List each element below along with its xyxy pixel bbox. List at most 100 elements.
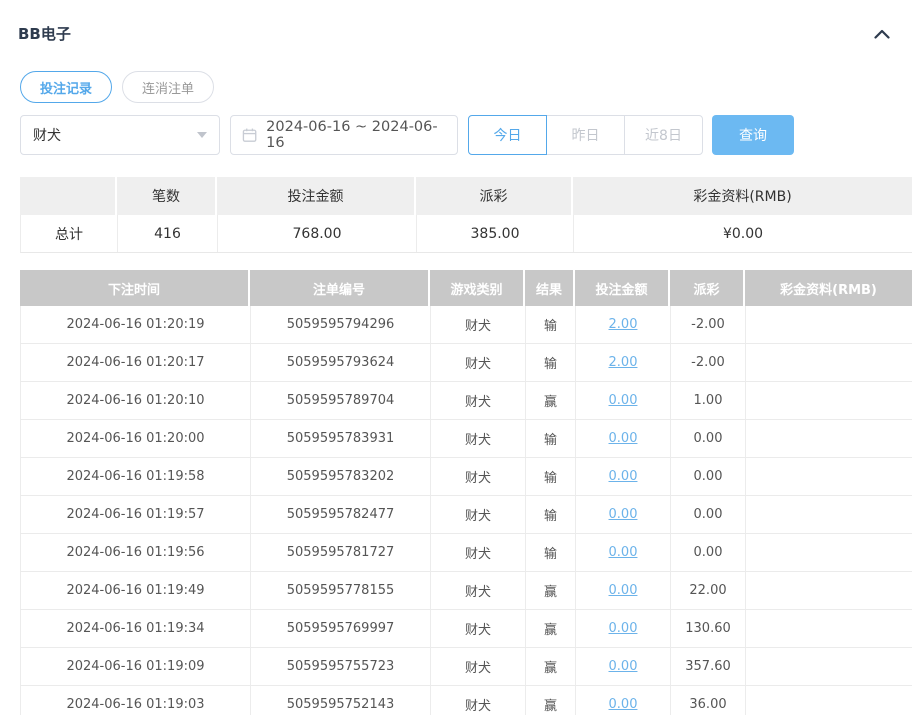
- bet-amount-link[interactable]: 0.00: [609, 697, 638, 712]
- cell-game: 财犬: [431, 572, 526, 609]
- table-row: 2024-06-16 01:19:035059595752143财犬赢0.003…: [20, 686, 912, 715]
- records-table-body: 2024-06-16 01:20:195059595794296财犬输2.00-…: [20, 306, 912, 715]
- cell-result: 赢: [526, 648, 576, 685]
- cell-bet-amount: 0.00: [576, 534, 671, 571]
- cell-payout: 0.00: [671, 420, 746, 457]
- cell-time: 2024-06-16 01:19:58: [21, 458, 251, 495]
- bet-amount-link[interactable]: 2.00: [609, 355, 638, 370]
- bet-amount-link[interactable]: 0.00: [609, 583, 638, 598]
- cell-bonus: [746, 382, 912, 419]
- cell-result: 输: [526, 458, 576, 495]
- cell-payout: 0.00: [671, 534, 746, 571]
- bet-amount-link[interactable]: 0.00: [609, 621, 638, 636]
- summary-total-cell: ¥0.00: [574, 215, 912, 252]
- cell-game: 财犬: [431, 496, 526, 533]
- records-table: 下注时间注单编号游戏类别结果投注金额派彩彩金资料(RMB) 2024-06-16…: [20, 270, 912, 715]
- records-header-cell: 结果: [525, 270, 575, 306]
- cell-result: 赢: [526, 382, 576, 419]
- records-header-cell: 游戏类别: [430, 270, 525, 306]
- search-button[interactable]: 查询: [712, 115, 794, 155]
- quick-range-label: 今日: [494, 125, 522, 145]
- records-header-cell: 注单编号: [250, 270, 430, 306]
- cell-bonus: [746, 458, 912, 495]
- cell-bet-amount: 0.00: [576, 420, 671, 457]
- cell-bet-amount: 2.00: [576, 344, 671, 381]
- cell-time: 2024-06-16 01:19:03: [21, 686, 251, 715]
- cell-result: 赢: [526, 610, 576, 647]
- tab-label: 投注记录: [40, 78, 92, 97]
- table-row: 2024-06-16 01:20:175059595793624财犬输2.00-…: [20, 344, 912, 382]
- summary-total-cell: 416: [118, 215, 218, 252]
- records-table-header: 下注时间注单编号游戏类别结果投注金额派彩彩金资料(RMB): [20, 270, 912, 306]
- table-row: 2024-06-16 01:19:575059595782477财犬输0.000…: [20, 496, 912, 534]
- bet-amount-link[interactable]: 0.00: [609, 431, 638, 446]
- records-header-cell: 下注时间: [20, 270, 250, 306]
- cell-time: 2024-06-16 01:20:00: [21, 420, 251, 457]
- tab-bet-records[interactable]: 投注记录: [20, 71, 112, 103]
- cell-time: 2024-06-16 01:19:57: [21, 496, 251, 533]
- bet-amount-link[interactable]: 0.00: [609, 545, 638, 560]
- cell-game: 财犬: [431, 344, 526, 381]
- table-row: 2024-06-16 01:19:585059595783202财犬输0.000…: [20, 458, 912, 496]
- tab-label: 连消注单: [142, 78, 194, 97]
- cell-bonus: [746, 686, 912, 715]
- summary-header-cell: [20, 177, 117, 215]
- cell-result: 输: [526, 420, 576, 457]
- tab-cancelled-orders[interactable]: 连消注单: [122, 71, 214, 103]
- quick-range-last8days[interactable]: 近8日: [624, 115, 703, 155]
- chevron-up-icon: [874, 29, 890, 39]
- table-row: 2024-06-16 01:19:345059595769997财犬赢0.001…: [20, 610, 912, 648]
- cell-game: 财犬: [431, 420, 526, 457]
- cell-bonus: [746, 420, 912, 457]
- cell-game: 财犬: [431, 534, 526, 571]
- cell-order-no: 5059595781727: [251, 534, 431, 571]
- summary-header-cell: 派彩: [416, 177, 573, 215]
- bet-amount-link[interactable]: 0.00: [609, 393, 638, 408]
- game-select-value: 财犬: [33, 125, 61, 145]
- summary-table-header: 笔数投注金额派彩彩金资料(RMB): [20, 177, 912, 215]
- collapse-button[interactable]: [870, 22, 894, 45]
- quick-range-today[interactable]: 今日: [468, 115, 547, 155]
- quick-range-group: 今日 昨日 近8日: [468, 115, 703, 155]
- tab-bar: 投注记录 连消注单: [20, 71, 912, 103]
- cell-game: 财犬: [431, 306, 526, 343]
- bet-amount-link[interactable]: 0.00: [609, 507, 638, 522]
- cell-bonus: [746, 344, 912, 381]
- quick-range-yesterday[interactable]: 昨日: [546, 115, 625, 155]
- cell-bonus: [746, 496, 912, 533]
- table-row: 2024-06-16 01:19:565059595781727财犬输0.000…: [20, 534, 912, 572]
- calendar-icon: [242, 127, 257, 143]
- cell-result: 输: [526, 496, 576, 533]
- bet-amount-link[interactable]: 0.00: [609, 659, 638, 674]
- cell-bonus: [746, 648, 912, 685]
- summary-total-cell: 768.00: [218, 215, 417, 252]
- cell-order-no: 5059595752143: [251, 686, 431, 715]
- cell-payout: 0.00: [671, 458, 746, 495]
- cell-time: 2024-06-16 01:20:10: [21, 382, 251, 419]
- bet-amount-link[interactable]: 2.00: [609, 317, 638, 332]
- cell-time: 2024-06-16 01:19:49: [21, 572, 251, 609]
- table-row: 2024-06-16 01:19:495059595778155财犬赢0.002…: [20, 572, 912, 610]
- cell-result: 输: [526, 306, 576, 343]
- bet-amount-link[interactable]: 0.00: [609, 469, 638, 484]
- cell-bet-amount: 0.00: [576, 382, 671, 419]
- cell-payout: -2.00: [671, 306, 746, 343]
- cell-game: 财犬: [431, 648, 526, 685]
- date-range-input[interactable]: 2024-06-16 ~ 2024-06-16: [230, 115, 458, 155]
- cell-payout: 357.60: [671, 648, 746, 685]
- summary-header-cell: 彩金资料(RMB): [573, 177, 912, 215]
- table-row: 2024-06-16 01:20:005059595783931财犬输0.000…: [20, 420, 912, 458]
- table-row: 2024-06-16 01:20:195059595794296财犬输2.00-…: [20, 306, 912, 344]
- cell-time: 2024-06-16 01:20:17: [21, 344, 251, 381]
- cell-time: 2024-06-16 01:19:09: [21, 648, 251, 685]
- game-select[interactable]: 财犬: [20, 115, 220, 155]
- cell-payout: 22.00: [671, 572, 746, 609]
- cell-payout: -2.00: [671, 344, 746, 381]
- summary-table: 笔数投注金额派彩彩金资料(RMB) 总计416768.00385.00¥0.00: [20, 177, 912, 253]
- cell-bet-amount: 0.00: [576, 572, 671, 609]
- filter-bar: 财犬 2024-06-16 ~ 2024-06-16 今日 昨日 近8日 查询: [20, 115, 912, 155]
- cell-game: 财犬: [431, 458, 526, 495]
- table-row: 2024-06-16 01:19:095059595755723财犬赢0.003…: [20, 648, 912, 686]
- cell-payout: 130.60: [671, 610, 746, 647]
- cell-bet-amount: 0.00: [576, 496, 671, 533]
